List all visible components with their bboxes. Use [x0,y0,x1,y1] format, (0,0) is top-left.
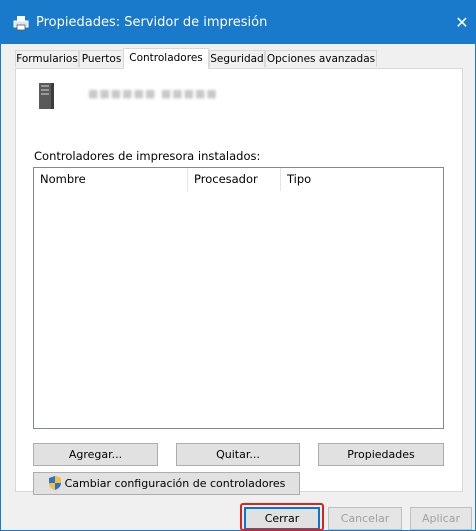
cancel-button[interactable]: Cancelar [328,507,402,530]
close-window-button[interactable]: ✕ [449,1,475,44]
close-button-highlight [240,503,324,531]
tab-puertos[interactable]: Puertos [79,50,124,67]
tab-controladores[interactable]: Controladores [123,48,209,69]
change-driver-settings-button[interactable]: Cambiar configuración de controladores [33,472,300,495]
printer-icon [13,16,29,31]
column-header-name[interactable]: Nombre [34,168,188,191]
tab-opciones-avanzadas[interactable]: Opciones avanzadas [265,50,377,67]
tab-formularios[interactable]: Formularios [15,50,79,67]
add-button[interactable]: Agregar... [33,443,158,466]
properties-button[interactable]: Propiedades [318,443,444,466]
tab-seguridad[interactable]: Seguridad [209,50,265,67]
apply-button[interactable]: Aplicar [410,507,472,530]
properties-dialog: Propiedades: Servidor de impresión ✕ For… [0,0,476,531]
column-header-type[interactable]: Tipo [281,168,435,191]
change-driver-settings-label: Cambiar configuración de controladores [64,477,286,490]
remove-button[interactable]: Quitar... [176,443,300,466]
drivers-list[interactable]: Nombre Procesador Tipo [33,167,444,429]
uac-shield-icon [48,476,61,490]
server-tower-icon [39,83,54,109]
server-name: ■■■■■■ ■■■■■ [88,87,218,100]
title-bar[interactable]: Propiedades: Servidor de impresión ✕ [1,1,475,44]
window-title: Propiedades: Servidor de impresión [36,15,268,30]
column-header-processor[interactable]: Procesador [188,168,281,191]
drivers-tab-panel: ■■■■■■ ■■■■■ Controladores de impresora … [15,68,463,495]
installed-drivers-label: Controladores de impresora instalados: [34,149,261,163]
